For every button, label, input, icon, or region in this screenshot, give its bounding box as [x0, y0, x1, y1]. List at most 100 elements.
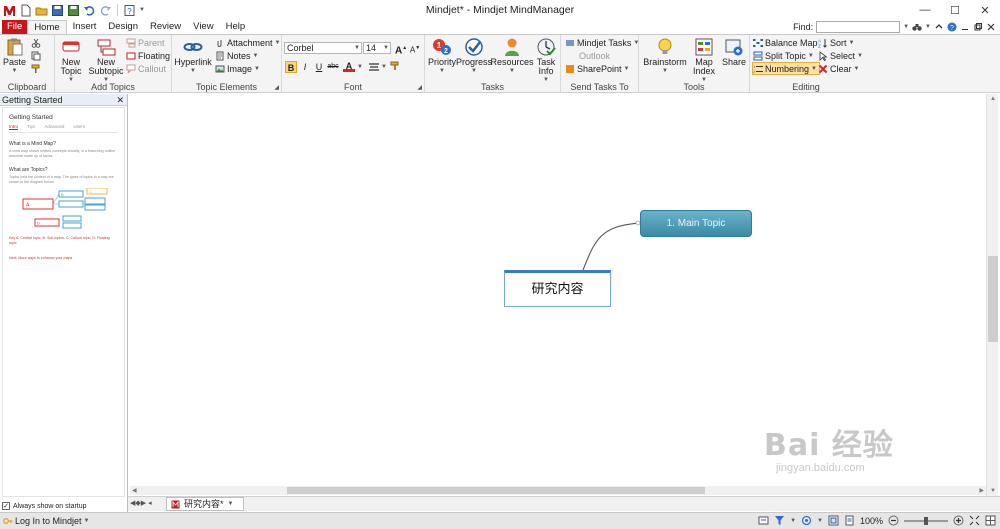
- balance-map-button[interactable]: Balance Map: [753, 37, 818, 49]
- priority-button[interactable]: 12 Priority ▼: [427, 37, 457, 76]
- attachment-button[interactable]: Attachment ▼: [215, 37, 280, 49]
- panel-next-link[interactable]: Next: More ways to enhance your maps: [9, 256, 118, 261]
- scroll-up-icon[interactable]: ▲: [990, 96, 996, 102]
- login-button[interactable]: Log In to Mindjet ▼: [0, 516, 90, 526]
- font-size-dropdown-icon[interactable]: ▼: [383, 43, 389, 53]
- find-dropdown-icon[interactable]: ▼: [903, 24, 909, 30]
- select-button[interactable]: Select ▼: [818, 50, 863, 62]
- mindjet-tasks-button[interactable]: Mindjet Tasks ▼: [565, 37, 639, 49]
- topic-elements-launcher-icon[interactable]: ◢: [274, 84, 279, 91]
- resources-dropdown-icon[interactable]: ▼: [509, 67, 515, 76]
- help-icon[interactable]: ?: [947, 22, 957, 32]
- find-input[interactable]: [816, 21, 901, 33]
- clear-button[interactable]: Clear ▼: [818, 63, 859, 75]
- floating-button[interactable]: Floating: [126, 50, 170, 62]
- notes-button[interactable]: Notes ▼: [215, 50, 258, 62]
- cut-icon[interactable]: [31, 38, 41, 48]
- split-topic-button[interactable]: Split Topic ▼: [753, 50, 814, 62]
- undo-icon[interactable]: [83, 4, 96, 17]
- new-topic-button[interactable]: New Topic ▼: [55, 37, 87, 85]
- tab-insert[interactable]: Insert: [67, 20, 103, 34]
- notes-dropdown-icon[interactable]: ▼: [253, 53, 259, 59]
- format-painter-icon[interactable]: [31, 64, 41, 74]
- customize-qat-icon[interactable]: ▼: [139, 7, 145, 13]
- document-tab-dropdown-icon[interactable]: ▼: [228, 498, 234, 511]
- page-view-icon[interactable]: [844, 515, 855, 526]
- new-subtopic-button[interactable]: New Subtopic ▼: [88, 37, 124, 85]
- new-document-icon[interactable]: [19, 4, 32, 17]
- tab-review[interactable]: Review: [144, 20, 187, 34]
- numbering-button[interactable]: 12 Numbering ▼: [752, 62, 820, 75]
- vertical-scroll-thumb[interactable]: [988, 256, 998, 342]
- sharepoint-button[interactable]: SharePoint ▼: [565, 63, 629, 75]
- paste-dropdown-icon[interactable]: ▼: [12, 67, 18, 76]
- resources-button[interactable]: Resources ▼: [490, 37, 534, 76]
- hyperlink-dropdown-icon[interactable]: ▼: [190, 67, 196, 76]
- select-dropdown-icon[interactable]: ▼: [857, 53, 863, 59]
- map-view-icon[interactable]: [758, 515, 769, 526]
- attachment-dropdown-icon[interactable]: ▼: [275, 40, 281, 46]
- main-topic[interactable]: 1. Main Topic: [640, 210, 752, 237]
- font-color-dropdown-icon[interactable]: ▼: [357, 64, 363, 70]
- scroll-right-icon[interactable]: ▶: [979, 487, 984, 494]
- save-all-icon[interactable]: [67, 4, 80, 17]
- callout-button[interactable]: Callout: [126, 63, 166, 75]
- split-topic-dropdown-icon[interactable]: ▼: [808, 53, 814, 59]
- brainstorm-button[interactable]: Brainstorm ▼: [641, 37, 689, 76]
- panel-tab-users[interactable]: Users: [73, 124, 85, 130]
- horizontal-scroll-thumb[interactable]: [287, 487, 705, 494]
- hyperlink-button[interactable]: Hyperlink ▼: [174, 37, 212, 76]
- filter-dropdown-icon[interactable]: ▼: [790, 518, 796, 524]
- image-button[interactable]: Image ▼: [215, 63, 260, 75]
- sort-dropdown-icon[interactable]: ▼: [849, 40, 855, 46]
- filter-icon[interactable]: [774, 515, 785, 526]
- help-page-icon[interactable]: ?: [123, 4, 136, 17]
- tab-file[interactable]: File: [2, 20, 28, 34]
- open-folder-icon[interactable]: [35, 4, 48, 17]
- fit-map-icon[interactable]: [828, 515, 839, 526]
- bold-button[interactable]: B: [285, 61, 297, 73]
- zoom-out-icon[interactable]: [888, 515, 899, 526]
- font-family-dropdown-icon[interactable]: ▼: [354, 43, 360, 53]
- redo-icon[interactable]: [99, 4, 112, 17]
- tab-nav-icon[interactable]: ◀◆▶ ◂: [130, 499, 152, 507]
- tab-home[interactable]: Home: [27, 20, 67, 34]
- copy-icon[interactable]: [31, 51, 41, 61]
- central-topic[interactable]: 研究内容: [504, 270, 611, 307]
- zoom-slider[interactable]: [904, 516, 948, 525]
- minimize-ribbon-icon[interactable]: [934, 22, 944, 32]
- outlook-button[interactable]: Outlook: [579, 50, 610, 62]
- tab-design[interactable]: Design: [102, 20, 144, 34]
- binoculars-icon[interactable]: [912, 22, 922, 32]
- focus-dropdown-icon[interactable]: ▼: [817, 518, 823, 524]
- italic-button[interactable]: I: [299, 61, 311, 73]
- scroll-down-icon[interactable]: ▼: [990, 488, 996, 494]
- font-size-select[interactable]: 14 ▼: [363, 42, 391, 54]
- sharepoint-dropdown-icon[interactable]: ▼: [624, 66, 630, 72]
- tab-view[interactable]: View: [187, 20, 219, 34]
- fit-window-icon[interactable]: [969, 515, 980, 526]
- focus-icon[interactable]: [801, 515, 812, 526]
- parent-button[interactable]: Parent: [126, 37, 165, 49]
- font-family-select[interactable]: Corbel ▼: [284, 42, 362, 54]
- login-dropdown-icon[interactable]: ▼: [84, 518, 90, 524]
- align-icon[interactable]: [368, 62, 380, 72]
- close-button[interactable]: ✕: [970, 0, 1000, 20]
- brainstorm-dropdown-icon[interactable]: ▼: [662, 67, 668, 76]
- scroll-left-icon[interactable]: ◀: [132, 487, 137, 494]
- underline-button[interactable]: U: [313, 61, 325, 73]
- align-dropdown-icon[interactable]: ▼: [381, 64, 387, 70]
- panel-tab-advanced[interactable]: Advanced: [44, 124, 64, 130]
- clear-dropdown-icon[interactable]: ▼: [854, 66, 860, 72]
- minimize-button[interactable]: —: [910, 0, 940, 20]
- share-button[interactable]: Share: [721, 37, 747, 67]
- format-painter-font-icon[interactable]: [390, 61, 401, 72]
- find-options-icon[interactable]: ▼: [925, 24, 931, 30]
- numbering-dropdown-icon[interactable]: ▼: [811, 66, 817, 72]
- tab-help[interactable]: Help: [220, 20, 252, 34]
- font-color-button[interactable]: A: [343, 60, 355, 72]
- always-show-checkbox[interactable]: ✓: [2, 502, 10, 510]
- horizontal-scrollbar[interactable]: ◀ ▶: [130, 486, 986, 495]
- maximize-button[interactable]: ☐: [940, 0, 970, 20]
- strikethrough-button[interactable]: abc: [327, 61, 339, 73]
